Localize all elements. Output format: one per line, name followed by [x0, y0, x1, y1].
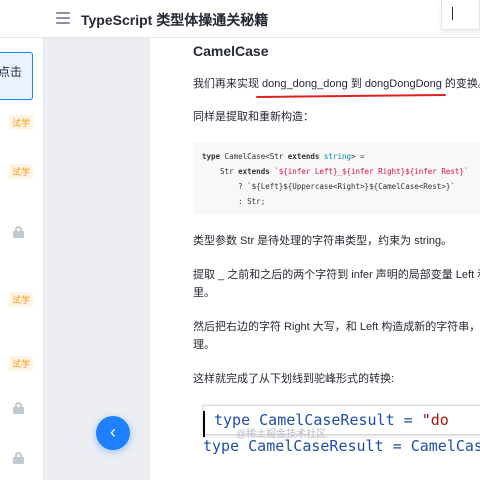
trial-badge: 试学 — [9, 292, 34, 307]
code-block: type CamelCase<Str extends string> = Str… — [193, 142, 480, 214]
article-content: CamelCase 我们再来实现 dong_dong_dong 到 dongDo… — [150, 38, 480, 480]
paragraph: 类型参数 Str 是待处理的字符串类型，约束为 string。 — [193, 235, 453, 247]
sidebar-item-label: 可点击 — [0, 65, 22, 79]
sidebar-item-active[interactable]: 可点击 — [0, 52, 33, 100]
trial-badge: 试学 — [9, 164, 34, 179]
trial-badge: 试学 — [9, 115, 34, 130]
lock-icon — [13, 402, 24, 414]
chevron-left-icon: ‹ — [110, 422, 116, 442]
collapse-sidebar-button[interactable]: ‹ — [96, 416, 130, 450]
paragraph: 里。 — [193, 287, 215, 299]
sidebar: 可点击 试学 试学 试学 试学 — [0, 38, 44, 480]
editor-cursor — [203, 411, 205, 437]
trial-badge: 试学 — [9, 356, 34, 371]
paragraph: 理。 — [193, 339, 215, 351]
lock-icon — [13, 452, 24, 464]
section-heading: CamelCase — [193, 43, 269, 59]
lock-icon — [13, 226, 24, 238]
menu-icon[interactable] — [56, 12, 70, 24]
paragraph: 提取 _ 之前和之后的两个字符到 infer 声明的局部变量 Left 和 — [193, 269, 480, 281]
paragraph: 这样就完成了从下划线到驼峰形式的转换: — [193, 373, 395, 385]
paragraph: 然后把右边的字符 Right 大写，和 Left 构造成新的字符串，剩 — [193, 321, 480, 333]
header: TypeScript 类型体操通关秘籍 — [0, 0, 480, 38]
paragraph: 同样是提取和重新构造： — [193, 111, 314, 123]
paragraph: 我们再来实现 dong_dong_dong 到 dongDongDong 的变换… — [193, 78, 480, 90]
book-title: TypeScript 类型体操通关秘籍 — [81, 12, 269, 28]
watermark: @稀土掘金技术社区 — [236, 429, 327, 440]
text-cursor — [452, 7, 453, 20]
search-input[interactable] — [441, 0, 480, 30]
red-underline-annotation — [255, 94, 447, 98]
